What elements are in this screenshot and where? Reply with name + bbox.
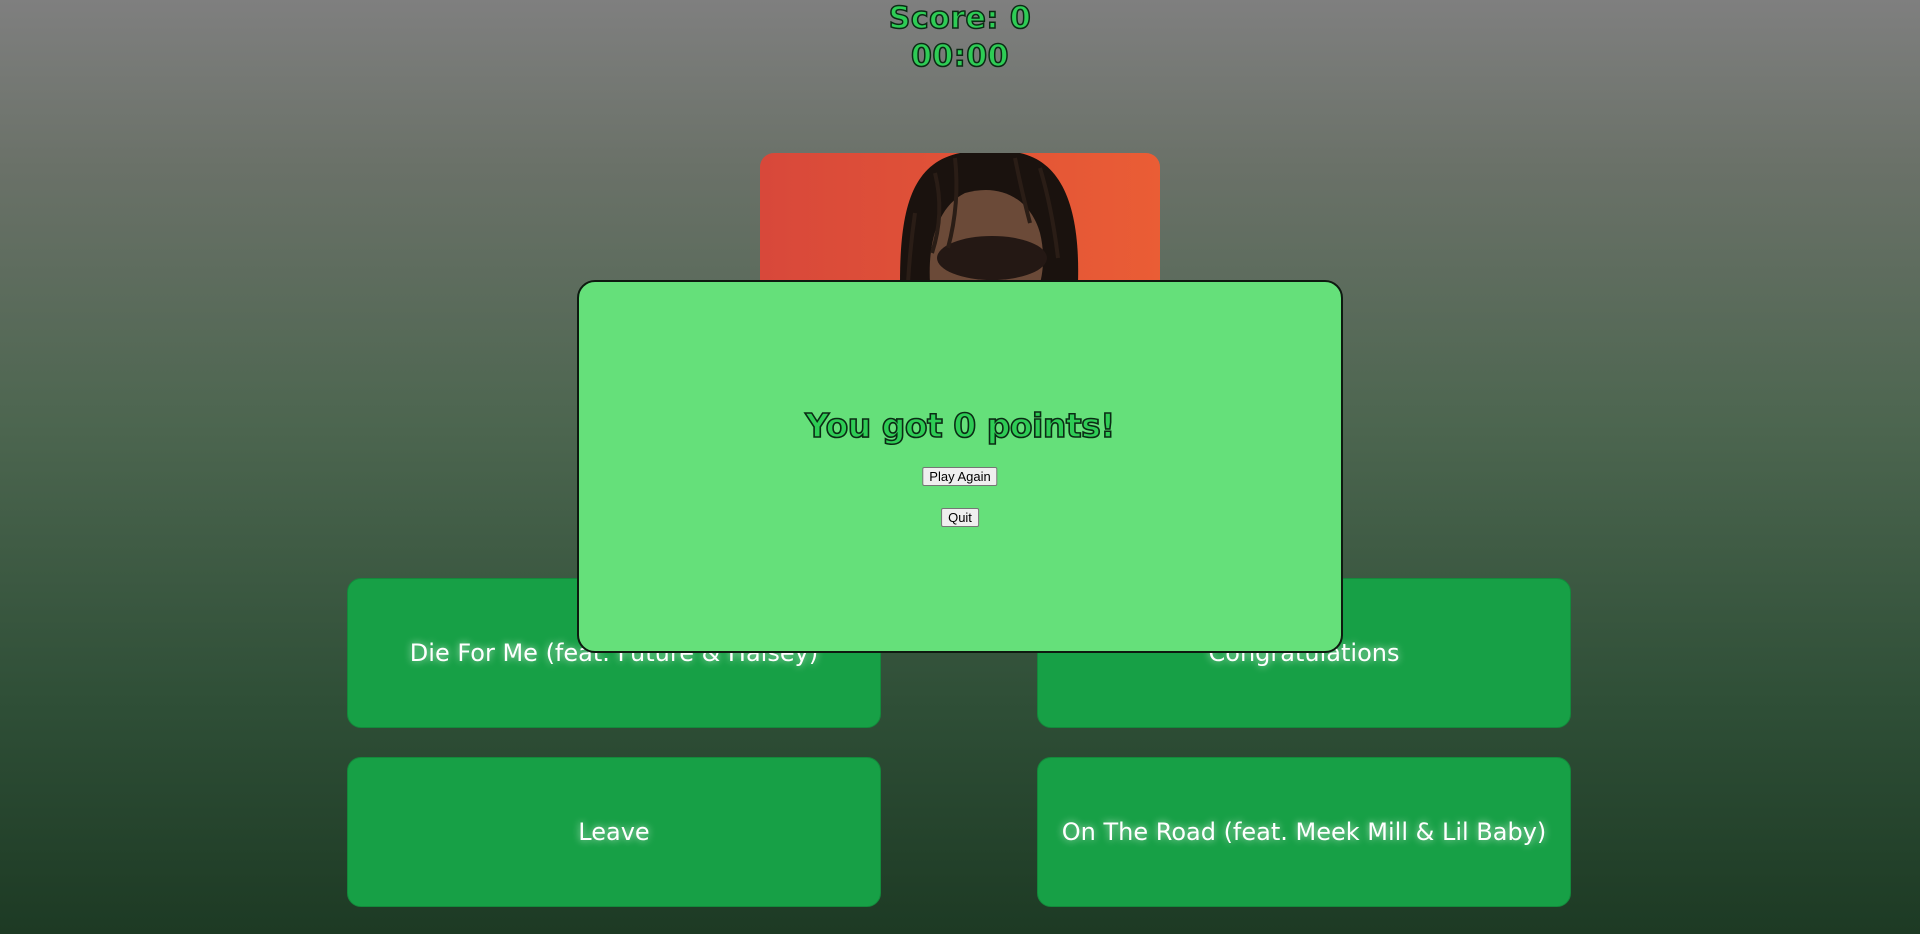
album-cover-art (760, 153, 1160, 283)
hud: Score: 0 00:00 (0, 0, 1920, 76)
result-message: You got 0 points! (804, 405, 1116, 446)
answer-option-4[interactable]: On The Road (feat. Meek Mill & Lil Baby) (1037, 757, 1571, 907)
quit-button[interactable]: Quit (941, 508, 979, 527)
answer-option-3[interactable]: Leave (347, 757, 881, 907)
score-display: Score: 0 (888, 0, 1032, 37)
game-over-dialog: You got 0 points! Play Again Quit (577, 280, 1343, 653)
timer-display: 00:00 (910, 38, 1009, 75)
album-cover-image (760, 153, 1160, 283)
play-again-button[interactable]: Play Again (922, 467, 998, 486)
